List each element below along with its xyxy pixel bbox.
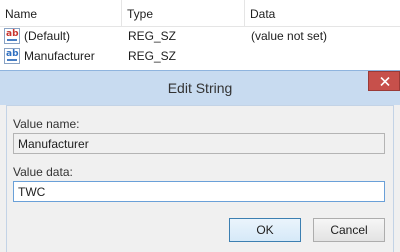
value-name: Manufacturer bbox=[24, 49, 95, 63]
dialog-title: Edit String bbox=[167, 80, 233, 96]
string-value-icon: ab bbox=[4, 48, 20, 64]
value-data-label: Value data: bbox=[13, 165, 73, 179]
value-name-field[interactable] bbox=[13, 133, 385, 154]
string-value-icon: ab bbox=[4, 28, 20, 44]
dialog-titlebar[interactable]: Edit String bbox=[0, 71, 400, 105]
close-button[interactable] bbox=[368, 71, 400, 91]
value-name-label: Value name: bbox=[13, 117, 80, 131]
cancel-button[interactable]: Cancel bbox=[313, 218, 385, 242]
value-data: (value not set) bbox=[251, 29, 328, 43]
value-type: REG_SZ bbox=[128, 29, 177, 43]
list-header: Name Type Data bbox=[0, 0, 400, 27]
value-name: (Default) bbox=[24, 29, 71, 43]
edit-string-dialog: Edit String Value name: Value data: OK C… bbox=[0, 70, 400, 252]
list-item-default[interactable]: ab (Default) REG_SZ (value not set) bbox=[0, 26, 400, 46]
close-icon bbox=[380, 77, 390, 86]
column-header-name[interactable]: Name bbox=[0, 0, 122, 26]
list-item-manufacturer[interactable]: ab Manufacturer REG_SZ bbox=[0, 46, 400, 66]
ok-button[interactable]: OK bbox=[229, 218, 301, 242]
column-header-type[interactable]: Type bbox=[122, 0, 245, 26]
value-data-field[interactable] bbox=[13, 181, 385, 202]
column-header-data[interactable]: Data bbox=[245, 0, 400, 26]
value-type: REG_SZ bbox=[128, 49, 177, 63]
